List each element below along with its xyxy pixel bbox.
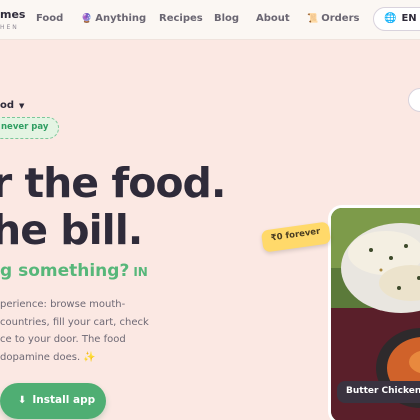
carousel-control-button[interactable] (408, 88, 420, 112)
nav-item-recipes[interactable]: Recipes (159, 13, 203, 24)
country-flag: IN (133, 265, 148, 279)
install-label: Install app (32, 394, 96, 406)
nav-item-label: About (256, 13, 290, 24)
globe-icon: 🔮 (81, 14, 93, 24)
nav-item-label: Food (36, 13, 64, 24)
install-app-button[interactable]: ⬇ Install app (0, 383, 106, 419)
nav-item-label: Blog (214, 13, 240, 24)
caret-down-icon: ▼ (19, 102, 25, 110)
description-line: perience: browse mouth- (0, 299, 126, 310)
scroll-icon: 📜 (307, 14, 319, 24)
top-nav: mes HEN Food 🔮 Anything Recipes Blog Abou… (0, 0, 420, 40)
category-dropdown[interactable]: od ▼ (0, 100, 24, 111)
nav-item-blog[interactable]: Blog (214, 13, 239, 24)
language-button[interactable]: 🌐 EN (373, 7, 420, 31)
headline-line-2: he bill. (0, 206, 143, 254)
nav-item-anything[interactable]: 🔮 Anything (81, 13, 146, 24)
nav-item-label: Anything (95, 13, 147, 24)
caption-label: Butter Chicken (346, 386, 420, 396)
category-label: od (0, 100, 15, 111)
nav-item-orders[interactable]: 📜 Orders (307, 13, 359, 24)
description-line: countries, fill your cart, check (0, 316, 149, 328)
logo-text[interactable]: mes (0, 8, 25, 21)
language-label: EN (401, 13, 417, 24)
logo-subtitle: HEN (0, 24, 19, 31)
description-line: ce to your door. The food (0, 334, 126, 345)
description-line: dopamine does. ✨ (0, 351, 96, 363)
hero-description: perience: browse mouth- countries, fill … (0, 296, 160, 366)
badge-label: never pay (1, 122, 49, 132)
nav-item-label: Recipes (159, 13, 203, 24)
nav-item-label: Orders (321, 13, 360, 24)
nav-item-food[interactable]: Food (36, 13, 63, 24)
download-icon: ⬇ (18, 395, 27, 406)
headline-line-1: r the food. (0, 159, 226, 207)
subheading-text: g something? (0, 261, 130, 281)
globe-icon: 🌐 (384, 13, 397, 24)
photo-caption: Butter Chicken (337, 381, 420, 403)
price-tag: ₹0 forever (260, 221, 331, 253)
subheading: g something? IN (0, 261, 148, 281)
never-pay-badge: never pay (0, 117, 60, 139)
price-tag-label: ₹0 forever (270, 226, 321, 244)
nav-item-about[interactable]: About (256, 13, 290, 24)
